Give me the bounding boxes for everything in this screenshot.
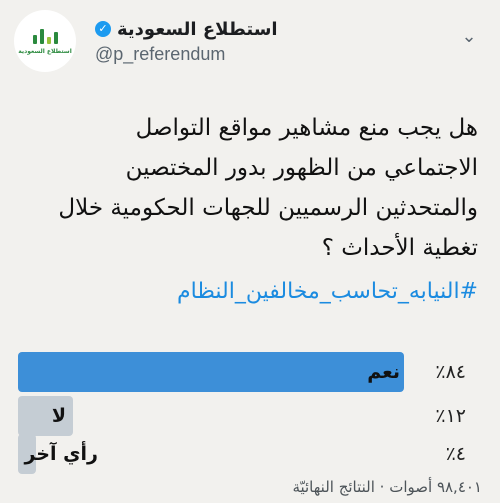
- poll-summary: ٩٨,٤٠١ أصوات · النتائج النهائيّة: [292, 478, 482, 496]
- poll-option-percent: ٨٤٪: [435, 361, 466, 383]
- poll-option-label: نعم: [367, 361, 400, 383]
- name-row: ✓ استطلاع السعودية: [95, 16, 335, 42]
- poll-option-label: رأي آخر: [24, 443, 98, 465]
- tweet-text-line: تغطية الأحداث ؟: [321, 235, 478, 261]
- poll-option-percent: ١٢٪: [435, 405, 466, 427]
- verified-badge-icon: ✓: [95, 21, 111, 37]
- poll-option-other: رأي آخر ٤٪: [18, 434, 484, 474]
- account-avatar[interactable]: استطلاع السعودية: [14, 10, 76, 72]
- chevron-down-icon[interactable]: ⌄: [458, 26, 480, 48]
- account-name[interactable]: استطلاع السعودية: [117, 19, 278, 40]
- poll-option-no: لا ١٢٪: [18, 396, 484, 436]
- poll-bar-track: [18, 352, 408, 392]
- poll-logo-icon: [32, 28, 58, 44]
- tweet-text-line: الاجتماعي من الظهور بدور المختصين: [125, 155, 478, 181]
- hashtag-link[interactable]: #النيابه_تحاسب_مخالفين_النظام: [18, 274, 478, 310]
- tweet-header: استطلاع السعودية ✓ استطلاع السعودية @p_r…: [0, 0, 500, 82]
- poll-bar: [18, 352, 404, 392]
- poll-option-label: لا: [51, 405, 66, 427]
- tweet-text-line: والمتحدثين الرسميين للجهات الحكومية خلال: [58, 195, 478, 221]
- logo-text: استطلاع السعودية: [18, 47, 72, 55]
- tweet-text: هل يجب منع مشاهير مواقع التواصل الاجتماع…: [18, 108, 478, 268]
- poll-option-percent: ٤٪: [445, 443, 466, 465]
- tweet-text-line: هل يجب منع مشاهير مواقع التواصل: [135, 115, 478, 141]
- account-handle[interactable]: @p_referendum: [95, 44, 335, 65]
- poll-bar-track: [18, 396, 408, 436]
- poll-option-yes: نعم ٨٤٪: [18, 352, 484, 392]
- account-identity[interactable]: ✓ استطلاع السعودية @p_referendum: [95, 16, 335, 65]
